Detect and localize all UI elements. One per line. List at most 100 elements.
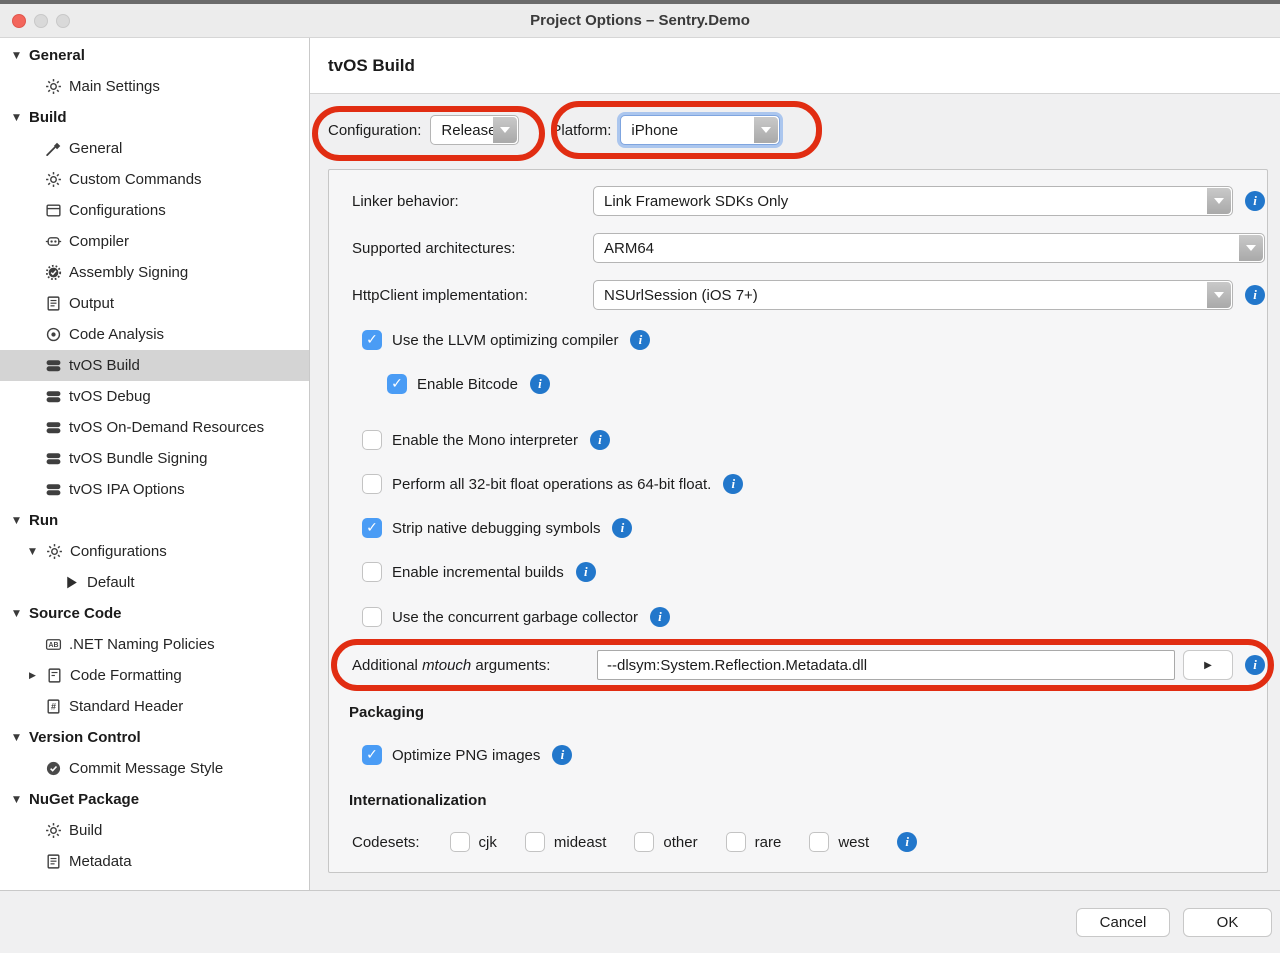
- sidebar-item-general[interactable]: General: [0, 133, 309, 164]
- sidebar-item-label: Version Control: [29, 729, 141, 746]
- use-the-llvm-optimizing-compiler-checkbox[interactable]: ✓: [362, 330, 382, 350]
- sidebar-item-code-analysis[interactable]: Code Analysis: [0, 319, 309, 350]
- sidebar-item-label: Configurations: [69, 202, 166, 219]
- chevron-down-icon[interactable]: ▼: [10, 609, 23, 619]
- minimize-button[interactable]: [34, 14, 48, 28]
- cancel-button[interactable]: Cancel: [1076, 908, 1170, 937]
- info-icon[interactable]: i: [552, 745, 572, 765]
- ab-icon: AB: [44, 636, 62, 654]
- enable-incremental-builds-checkbox[interactable]: [362, 562, 382, 582]
- chevron-right-icon[interactable]: ▶: [26, 671, 39, 681]
- sidebar-item-run[interactable]: ▼Run: [0, 505, 309, 536]
- tv-stack-icon: [44, 419, 62, 437]
- sidebar-item-net-naming-policies[interactable]: AB.NET Naming Policies: [0, 629, 309, 660]
- sidebar-item-label: Metadata: [69, 853, 132, 870]
- sidebar-item-general[interactable]: ▼ General: [0, 40, 309, 71]
- sidebar-item-output[interactable]: Output: [0, 288, 309, 319]
- sidebar-item-configurations[interactable]: Configurations: [0, 195, 309, 226]
- window-icon: [44, 202, 62, 220]
- sidebar-item-code-formatting[interactable]: ▶Code Formatting: [0, 660, 309, 691]
- checkbox-row-enable-the-mono-interpreter: Enable the Mono interpreteri: [362, 430, 1265, 450]
- chevron-down-icon[interactable]: ▼: [10, 795, 23, 805]
- info-icon[interactable]: i: [576, 562, 596, 582]
- sidebar-item-default[interactable]: Default: [0, 567, 309, 598]
- sidebar-item-tvos-debug[interactable]: tvOS Debug: [0, 381, 309, 412]
- optimize-png-checkbox[interactable]: ✓: [362, 745, 382, 765]
- codesets-row: Codesets: cjkmideastotherrarewest i: [352, 832, 1265, 852]
- sidebar-item-nuget-package[interactable]: ▼NuGet Package: [0, 784, 309, 815]
- sidebar-item-source-code[interactable]: ▼Source Code: [0, 598, 309, 629]
- codeset-mideast-checkbox[interactable]: [525, 832, 545, 852]
- codeset-rare-checkbox[interactable]: [726, 832, 746, 852]
- zoom-button[interactable]: [56, 14, 70, 28]
- info-icon[interactable]: i: [630, 330, 650, 350]
- strip-native-debugging-symbols-checkbox[interactable]: ✓: [362, 518, 382, 538]
- info-icon[interactable]: i: [1245, 285, 1265, 305]
- checkbox-label: Use the LLVM optimizing compiler: [392, 332, 618, 349]
- codeset-other-checkbox[interactable]: [634, 832, 654, 852]
- sidebar-item-tvos-on-demand-resources[interactable]: tvOS On-Demand Resources: [0, 412, 309, 443]
- chevron-down-icon[interactable]: [493, 117, 517, 143]
- expand-arguments-button[interactable]: ▶: [1183, 650, 1233, 680]
- sidebar-item-configurations[interactable]: ▼Configurations: [0, 536, 309, 567]
- info-icon[interactable]: i: [897, 832, 917, 852]
- codeset-label: west: [838, 834, 869, 851]
- checkbox-label: Use the concurrent garbage collector: [392, 609, 638, 626]
- hammer-icon: [44, 140, 62, 158]
- chevron-down-icon[interactable]: ▼: [10, 516, 23, 526]
- sidebar-item-version-control[interactable]: ▼ Version Control: [0, 722, 309, 753]
- use-the-concurrent-garbage-collector-checkbox[interactable]: [362, 607, 382, 627]
- mtouch-arguments-input[interactable]: [597, 650, 1175, 680]
- chevron-down-icon[interactable]: [1239, 235, 1263, 261]
- ok-button[interactable]: OK: [1183, 908, 1272, 937]
- checkbox-label: Strip native debugging symbols: [392, 520, 600, 537]
- sidebar-item-standard-header[interactable]: #Standard Header: [0, 691, 309, 722]
- sidebar-item-compiler[interactable]: Compiler: [0, 226, 309, 257]
- sidebar-item-commit-message-style[interactable]: Commit Message Style: [0, 753, 309, 784]
- sidebar-item-label: Default: [87, 574, 135, 591]
- info-icon[interactable]: i: [530, 374, 550, 394]
- linker-behavior-dropdown[interactable]: Link Framework SDKs Only: [593, 186, 1233, 216]
- sidebar-item-label: Assembly Signing: [69, 264, 188, 281]
- httpclient-implementation-dropdown[interactable]: NSUrlSession (iOS 7+): [593, 280, 1233, 310]
- enable-the-mono-interpreter-checkbox[interactable]: [362, 430, 382, 450]
- info-icon[interactable]: i: [723, 474, 743, 494]
- chevron-down-icon[interactable]: ▼: [10, 51, 23, 61]
- configuration-dropdown[interactable]: Release: [430, 115, 519, 145]
- sidebar-item-build[interactable]: Build: [0, 815, 309, 846]
- sidebar-item-label: tvOS On-Demand Resources: [69, 419, 264, 436]
- codeset-cjk-checkbox[interactable]: [450, 832, 470, 852]
- sidebar-item-custom-commands[interactable]: Custom Commands: [0, 164, 309, 195]
- checkbox-row-perform-all-32-bit-float-operations-as-64-bit-float: Perform all 32-bit float operations as 6…: [362, 474, 1265, 494]
- sidebar-item-build[interactable]: ▼Build: [0, 102, 309, 133]
- info-icon[interactable]: i: [650, 607, 670, 627]
- check-circle-icon: [44, 760, 62, 778]
- sidebar-item-main-settings[interactable]: Main Settings: [0, 71, 309, 102]
- info-icon[interactable]: i: [590, 430, 610, 450]
- codesets-label: Codesets:: [352, 834, 420, 851]
- codeset-west-checkbox[interactable]: [809, 832, 829, 852]
- info-icon[interactable]: i: [612, 518, 632, 538]
- chevron-down-icon[interactable]: [754, 117, 778, 143]
- sidebar-item-tvos-bundle-signing[interactable]: tvOS Bundle Signing: [0, 443, 309, 474]
- close-button[interactable]: [12, 14, 26, 28]
- perform-all-32-bit-float-operations-as-64-bit-float-checkbox[interactable]: [362, 474, 382, 494]
- sidebar-item-label: General: [29, 47, 85, 64]
- sidebar-item-label: Build: [69, 822, 102, 839]
- badge-icon: [44, 264, 62, 282]
- chevron-down-icon[interactable]: ▼: [10, 113, 23, 123]
- chevron-down-icon[interactable]: [1207, 188, 1231, 214]
- sidebar-item-tvos-ipa-options[interactable]: tvOS IPA Options: [0, 474, 309, 505]
- chevron-down-icon[interactable]: ▼: [26, 547, 39, 557]
- sidebar-item-tvos-build[interactable]: tvOS Build: [0, 350, 309, 381]
- chevron-down-icon[interactable]: [1207, 282, 1231, 308]
- sidebar-item-metadata[interactable]: Metadata: [0, 846, 309, 877]
- sidebar-item-assembly-signing[interactable]: Assembly Signing: [0, 257, 309, 288]
- chevron-down-icon[interactable]: ▼: [10, 733, 23, 743]
- info-icon[interactable]: i: [1245, 191, 1265, 211]
- platform-label: Platform:: [551, 122, 611, 139]
- info-icon[interactable]: i: [1245, 655, 1265, 675]
- supported-architectures-dropdown[interactable]: ARM64: [593, 233, 1265, 263]
- platform-dropdown[interactable]: iPhone: [620, 115, 780, 145]
- enable-bitcode-checkbox[interactable]: ✓: [387, 374, 407, 394]
